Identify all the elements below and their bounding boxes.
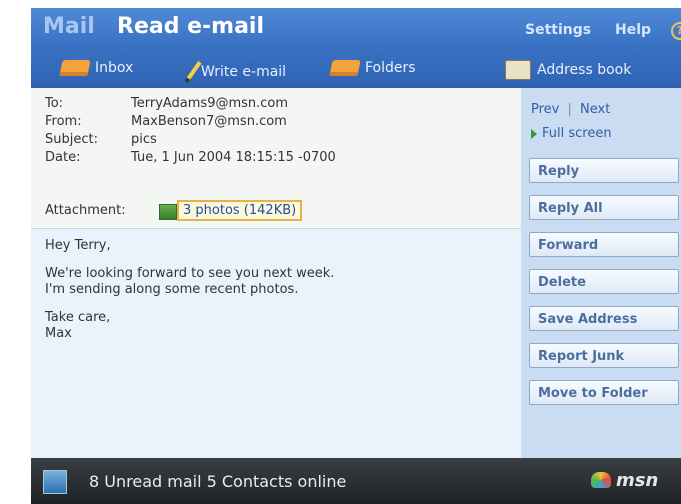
message-header: To: TerryAdams9@msn.com From: MaxBenson7… <box>31 88 521 229</box>
subject-label: Subject: <box>45 132 98 147</box>
reply-all-button[interactable]: Reply All <box>529 195 679 220</box>
from-label: From: <box>45 114 82 129</box>
delete-button[interactable]: Delete <box>529 269 679 294</box>
attachment-label: Attachment: <box>45 203 126 218</box>
forward-button[interactable]: Forward <box>529 232 679 257</box>
nav-inbox-label: Inbox <box>95 60 134 76</box>
subject-value: pics <box>131 132 157 147</box>
message-pane: To: TerryAdams9@msn.com From: MaxBenson7… <box>31 88 521 458</box>
body-signoff: Take care, <box>45 310 111 325</box>
save-address-button[interactable]: Save Address <box>529 306 679 331</box>
help-link[interactable]: Help <box>615 22 651 38</box>
nav-write-email[interactable]: Write e-mail <box>184 60 287 84</box>
body-line-1: We're looking forward to see you next we… <box>45 266 335 281</box>
body-signature: Max <box>45 326 72 341</box>
page-title: Read e-mail <box>117 14 265 39</box>
pencil-icon <box>184 61 202 83</box>
move-to-folder-button[interactable]: Move to Folder <box>529 380 679 405</box>
photo-attachment-icon <box>159 204 177 220</box>
play-arrow-icon <box>531 128 537 139</box>
message-body: Hey Terry, We're looking forward to see … <box>45 238 505 342</box>
msn-butterfly-icon <box>591 472 611 488</box>
next-link[interactable]: Next <box>580 102 610 117</box>
date-value: Tue, 1 Jun 2004 18:15:15 -0700 <box>131 150 336 165</box>
help-icon[interactable]: ? <box>671 22 681 40</box>
folders-folder-icon <box>329 60 361 76</box>
nav-folders[interactable]: Folders <box>329 60 416 76</box>
body-line-2: I'm sending along some recent photos. <box>45 282 299 297</box>
from-value: MaxBenson7@msn.com <box>131 114 287 129</box>
address-book-icon <box>505 60 531 80</box>
nav-address-book-label: Address book <box>537 62 632 78</box>
attachment-link[interactable]: 3 photos (142KB) <box>177 200 303 221</box>
full-screen-link[interactable]: Full screen <box>531 126 612 141</box>
messenger-icon[interactable] <box>43 470 67 494</box>
nav-write-label: Write e-mail <box>201 64 287 80</box>
prev-next-nav: Prev | Next <box>531 102 610 117</box>
report-junk-button[interactable]: Report Junk <box>529 343 679 368</box>
settings-link[interactable]: Settings <box>525 22 591 38</box>
nav-address-book[interactable]: Address book <box>505 60 631 80</box>
to-value: TerryAdams9@msn.com <box>131 96 289 111</box>
app-title[interactable]: Mail <box>43 14 95 39</box>
full-screen-label: Full screen <box>542 126 612 141</box>
msn-logo: msn <box>616 470 659 491</box>
status-bar: 8 Unread mail 5 Contacts online msn <box>31 458 681 504</box>
inbox-folder-icon <box>59 60 91 76</box>
nav-folders-label: Folders <box>365 60 416 76</box>
prev-next-separator: | <box>567 102 572 117</box>
to-label: To: <box>45 96 64 111</box>
mail-window: Mail Read e-mail Settings Help ? Inbox W… <box>31 8 681 504</box>
header-bar: Mail Read e-mail Settings Help ? Inbox W… <box>31 8 681 88</box>
date-label: Date: <box>45 150 81 165</box>
status-text[interactable]: 8 Unread mail 5 Contacts online <box>89 472 346 491</box>
nav-inbox[interactable]: Inbox <box>59 60 134 76</box>
actions-pane: Prev | Next Full screen Reply Reply All … <box>521 88 681 458</box>
prev-link[interactable]: Prev <box>531 102 559 117</box>
reply-button[interactable]: Reply <box>529 158 679 183</box>
body-greeting: Hey Terry, <box>45 238 111 253</box>
